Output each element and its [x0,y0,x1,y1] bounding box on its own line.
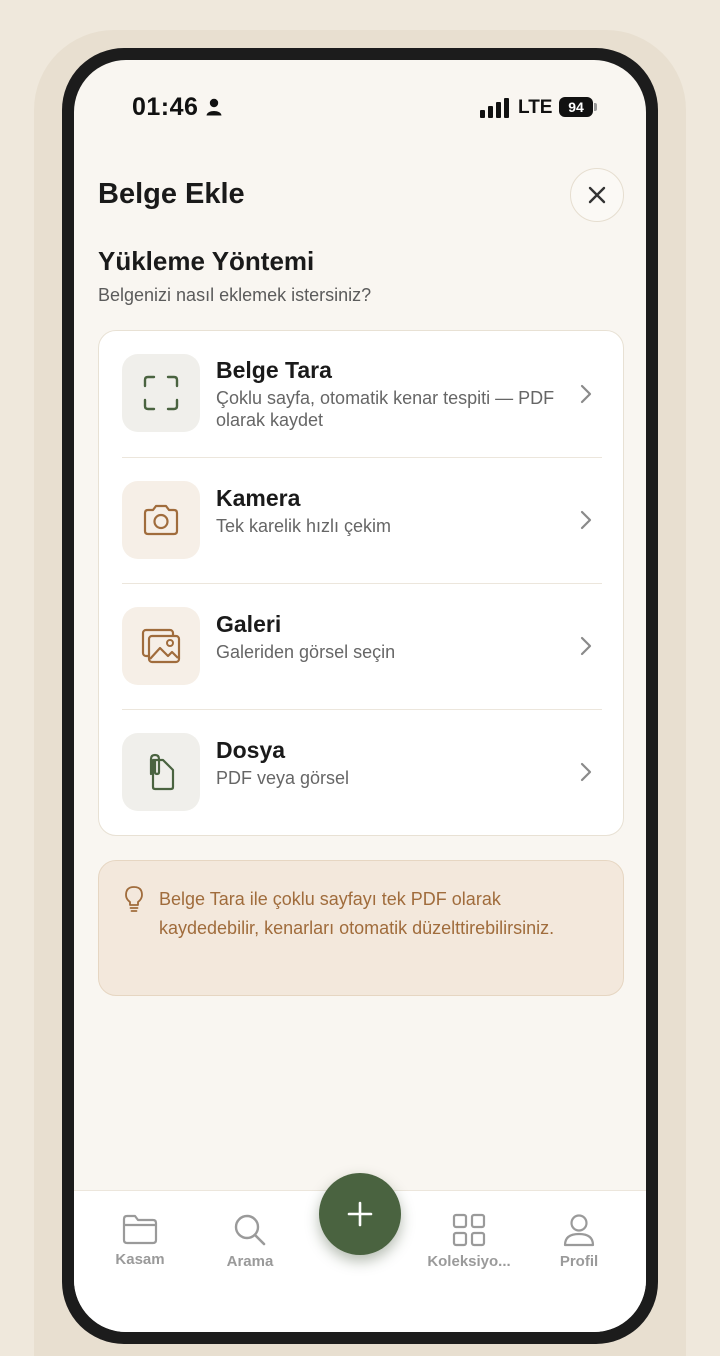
tip-box: Belge Tara ile çoklu sayfayı tek PDF ola… [98,860,624,996]
network-label: LTE [518,97,553,118]
close-icon [588,186,606,204]
page-title: Belge Ekle [98,178,245,210]
tab-arama[interactable]: Arama [195,1213,305,1270]
option-icon-box [122,607,200,685]
plus-icon [347,1201,373,1227]
option-description: PDF veya görsel [216,768,350,788]
option-description: Çoklu sayfa, otomatik kenar tespiti — PD… [216,388,555,430]
tab-koleksiyonlar[interactable]: Koleksiyo... [414,1213,524,1270]
option-camera[interactable]: Kamera Tek karelik hızlı çekim [99,457,623,583]
status-bar: 01:46 LTE 94 [74,60,646,156]
grid-icon [452,1213,486,1247]
scan-icon [143,375,179,411]
lightbulb-icon [125,886,143,912]
search-icon [234,1214,266,1246]
tab-label: Koleksiyo... [427,1253,511,1270]
option-description: Galeriden görsel seçin [216,642,396,662]
person-icon [206,98,222,116]
option-gallery[interactable]: Galeri Galeriden görsel seçin [99,583,623,709]
app-screen: 01:46 LTE 94 Belge Ekle Yükleme Yöntemi … [74,60,646,1332]
option-title: Belge Tara [216,357,332,383]
status-time: 01:46 [132,93,199,121]
tip-text: Belge Tara ile çoklu sayfayı tek PDF ola… [159,889,555,938]
tab-profil[interactable]: Profil [524,1213,634,1270]
chevron-right-icon [580,384,592,404]
chevron-right-icon [580,636,592,656]
upload-options-card: Belge Tara Çoklu sayfa, otomatik kenar t… [98,330,624,836]
option-file[interactable]: Dosya PDF veya görsel [99,709,623,835]
chevron-right-icon [580,510,592,530]
tab-kasam[interactable]: Kasam [85,1213,195,1268]
user-icon [563,1214,595,1247]
file-icon [149,753,175,791]
option-icon-box [122,481,200,559]
tab-label: Kasam [115,1251,165,1268]
close-button[interactable] [570,168,624,222]
tab-label: Arama [226,1253,274,1270]
tab-label: Profil [559,1253,599,1270]
option-title: Kamera [216,485,301,511]
chevron-right-icon [580,762,592,782]
section-title: Yükleme Yöntemi [98,246,315,276]
option-description: Tek karelik hızlı çekim [216,516,392,536]
option-title: Galeri [216,611,282,637]
section-subtitle: Belgenizi nasıl eklemek istersiniz? [98,285,372,305]
add-document-fab[interactable] [319,1173,401,1255]
option-scan-document[interactable]: Belge Tara Çoklu sayfa, otomatik kenar t… [99,331,623,457]
signal-icon [480,98,509,118]
folder-icon [122,1214,158,1245]
battery-indicator: 94 [559,97,593,117]
option-title: Dosya [216,737,286,763]
gallery-icon [141,628,181,664]
battery-cap [594,103,597,111]
camera-icon [143,504,179,536]
option-icon-box [122,354,200,432]
option-icon-box [122,733,200,811]
